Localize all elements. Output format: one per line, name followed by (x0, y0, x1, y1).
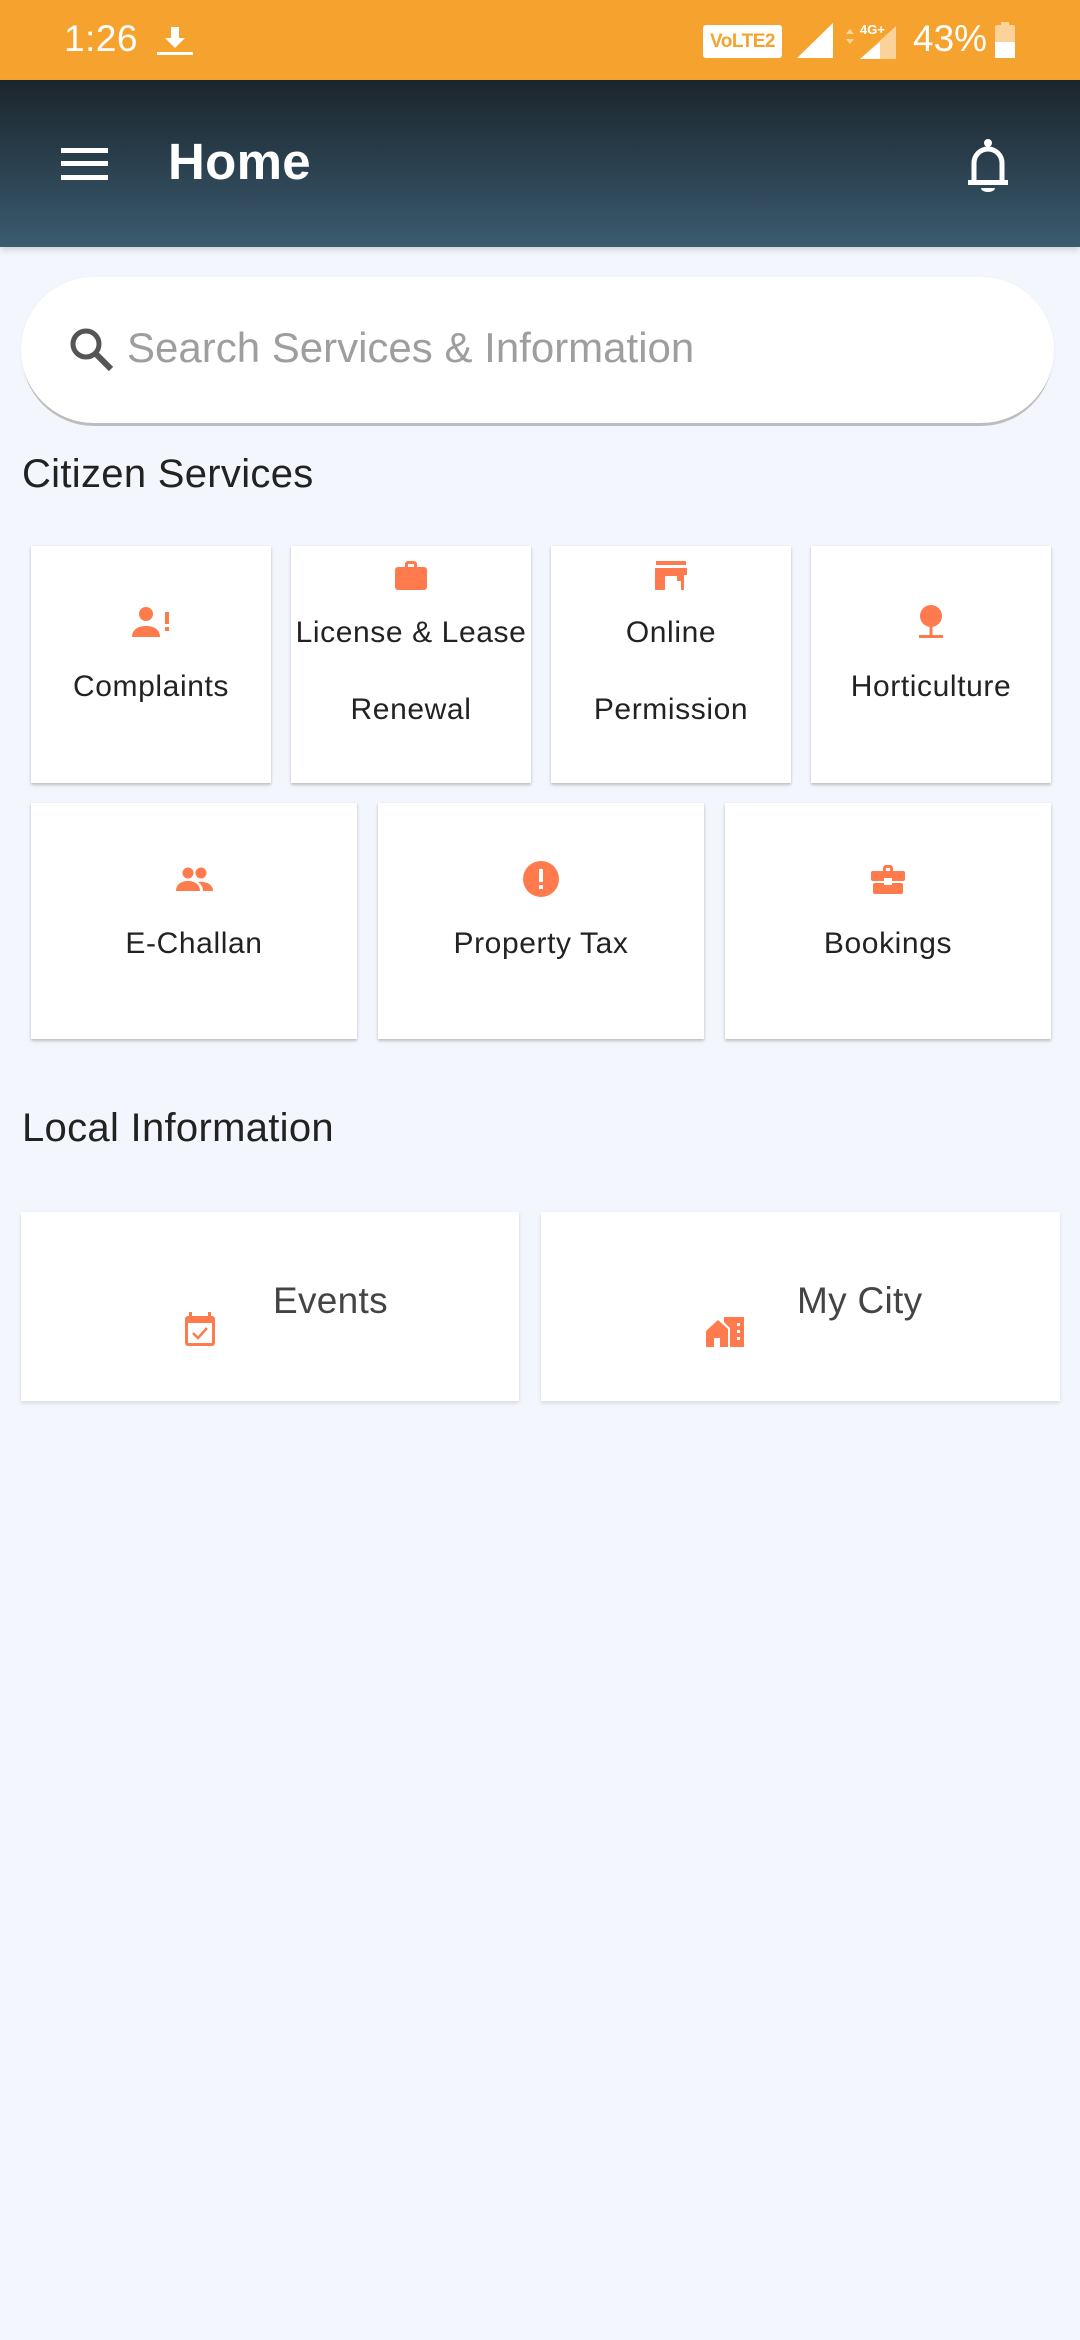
menu-button[interactable] (52, 135, 118, 191)
search-icon (70, 328, 114, 372)
page-title: Home (168, 133, 311, 190)
citizen-services-heading: Citizen Services (22, 452, 314, 496)
service-tile-horticulture[interactable]: Horticulture (811, 546, 1051, 783)
service-label: Complaints (72, 670, 230, 703)
search-input[interactable] (127, 313, 1007, 383)
service-label: Online Permission (593, 615, 749, 726)
service-tile-license-lease-renewal[interactable]: License & Lease Renewal (291, 546, 531, 783)
battery-icon (995, 22, 1015, 58)
search-bar[interactable] (21, 277, 1054, 423)
service-label: License & Lease Renewal (295, 615, 527, 726)
service-tile-property-tax[interactable]: Property Tax (378, 803, 704, 1039)
service-tile-complaints[interactable]: Complaints (31, 546, 271, 783)
battery-percent: 43% (913, 18, 988, 59)
info-card-events[interactable]: Events (21, 1212, 519, 1401)
signal-icon (797, 23, 833, 58)
service-label: Bookings (823, 926, 953, 960)
tree-icon (919, 605, 943, 638)
local-information-heading: Local Information (22, 1106, 334, 1150)
store-icon (655, 560, 687, 590)
signal-4g-icon: 4G+ (846, 22, 896, 59)
service-tile-online-permission[interactable]: Online Permission (551, 546, 791, 783)
calendar-check-icon (185, 1312, 215, 1346)
notifications-button[interactable] (955, 135, 1021, 201)
status-time: 1:26 (64, 18, 139, 59)
service-label: Property Tax (453, 926, 629, 960)
status-bar: 1:26 VoLTE2 4G+ 43% (0, 0, 1080, 80)
service-tile-e-challan[interactable]: E-Challan (31, 803, 357, 1039)
people-icon (176, 867, 213, 891)
service-label: Horticulture (850, 670, 1012, 703)
volte-badge: VoLTE2 (703, 25, 782, 58)
person-alert-icon (132, 607, 169, 637)
info-card-label: Events (273, 1280, 388, 1321)
service-tile-bookings[interactable]: Bookings (725, 803, 1051, 1039)
service-label: E-Challan (125, 926, 263, 960)
business-center-icon (871, 864, 905, 894)
city-icon (706, 1317, 744, 1347)
info-card-my-city[interactable]: My City (541, 1212, 1060, 1401)
network-type: 4G+ (860, 22, 885, 37)
bell-icon (968, 139, 1008, 192)
app-bar: Home (0, 80, 1080, 247)
info-card-label: My City (797, 1280, 923, 1321)
briefcase-icon (395, 560, 427, 590)
download-icon (157, 27, 193, 55)
alert-circle-icon (523, 860, 559, 897)
